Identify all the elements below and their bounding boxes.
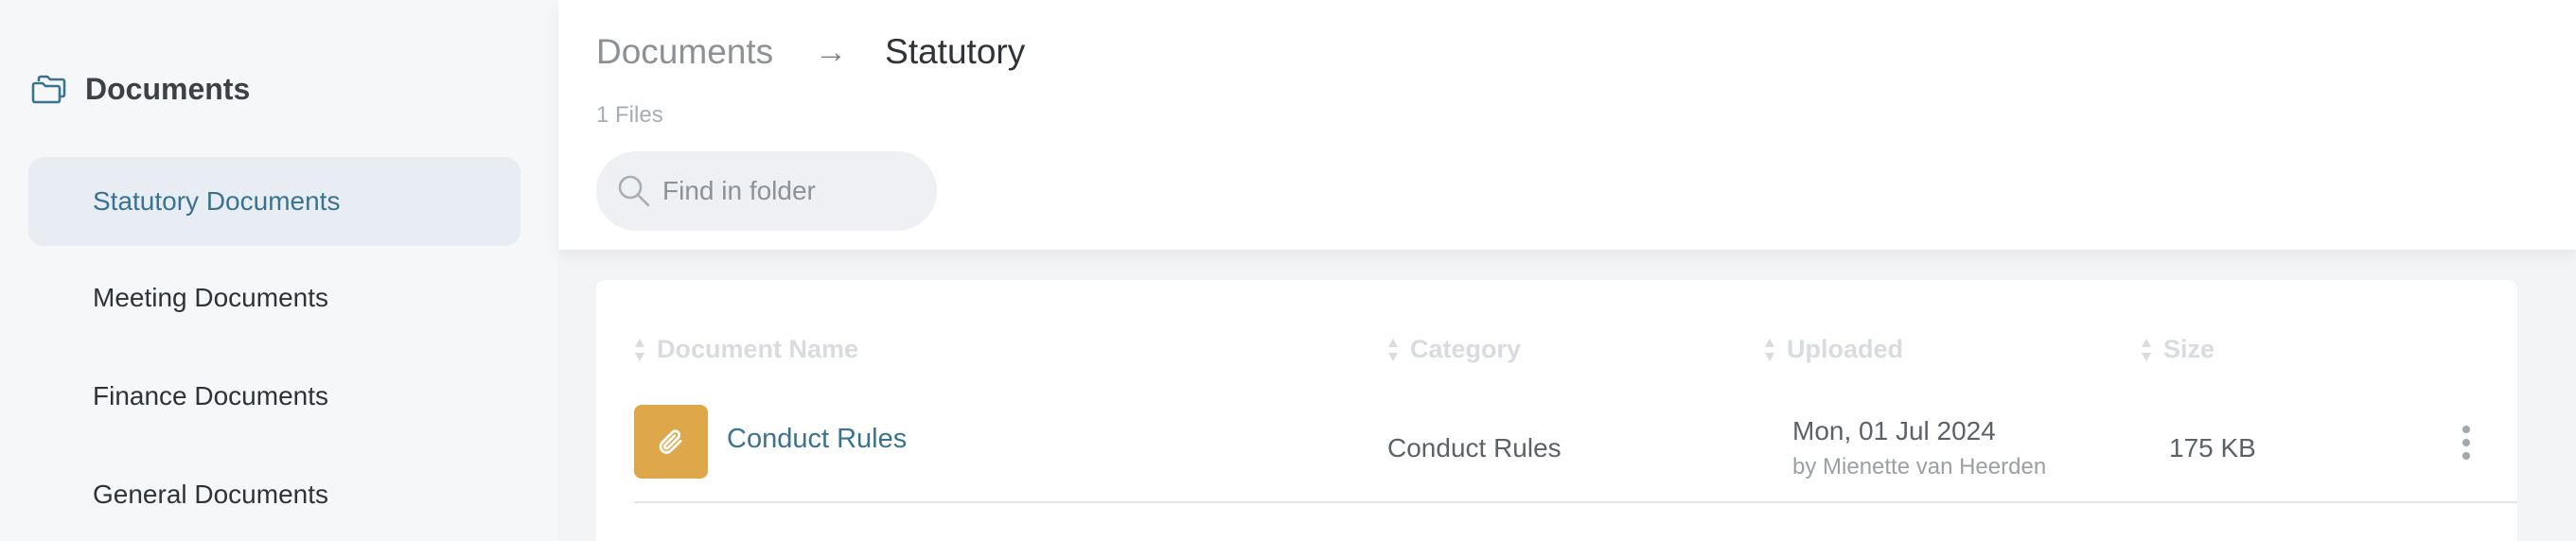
breadcrumb-current: Statutory	[885, 32, 1026, 71]
column-header-category[interactable]: Category	[1387, 335, 1521, 364]
file-size: 175 KB	[2169, 433, 2256, 462]
sidebar-item-general-documents[interactable]: General Documents	[28, 450, 520, 539]
search-icon	[615, 172, 653, 210]
column-header-size[interactable]: Size	[2141, 335, 2214, 364]
documents-table: Document Name Category Uploaded Size Con…	[596, 280, 2517, 541]
column-header-document-name[interactable]: Document Name	[634, 335, 858, 364]
column-header-label: Uploaded	[1787, 335, 1904, 363]
sort-icon	[634, 337, 645, 363]
column-header-uploaded[interactable]: Uploaded	[1764, 335, 1903, 364]
sidebar-title: Documents	[85, 72, 251, 106]
sort-icon	[1764, 337, 1775, 363]
file-count: 1 Files	[596, 102, 663, 128]
sort-icon	[1387, 337, 1399, 363]
uploaded-by: by Mienette van Heerden	[1792, 454, 2047, 480]
column-header-label: Category	[1410, 335, 1522, 363]
upload-date: Mon, 01 Jul 2024	[1792, 416, 1996, 445]
document-name-link[interactable]: Conduct Rules	[727, 424, 907, 455]
search-box[interactable]	[596, 151, 937, 231]
table-row[interactable]: Conduct Rules Conduct Rules Mon, 01 Jul …	[634, 403, 2517, 503]
sort-icon	[2141, 337, 2152, 363]
sidebar-item-meeting-documents[interactable]: Meeting Documents	[28, 253, 520, 342]
search-input[interactable]	[662, 176, 927, 206]
arrow-right-icon: →	[815, 33, 848, 70]
page-header: Documents → Statutory 1 Files	[558, 0, 2576, 250]
column-header-label: Size	[2163, 335, 2215, 363]
breadcrumb: Documents → Statutory	[596, 32, 1025, 72]
more-options-icon[interactable]	[2457, 422, 2476, 463]
folders-icon	[30, 74, 66, 106]
sidebar-item-statutory-documents[interactable]: Statutory Documents	[28, 157, 520, 246]
sidebar-header: Documents	[30, 72, 250, 107]
paperclip-icon	[634, 405, 708, 479]
sidebar-item-finance-documents[interactable]: Finance Documents	[28, 352, 520, 441]
document-category: Conduct Rules	[1387, 433, 1561, 462]
column-header-label: Document Name	[657, 335, 859, 363]
sidebar: Documents Statutory Documents Meeting Do…	[0, 0, 558, 541]
breadcrumb-root[interactable]: Documents	[596, 32, 773, 72]
